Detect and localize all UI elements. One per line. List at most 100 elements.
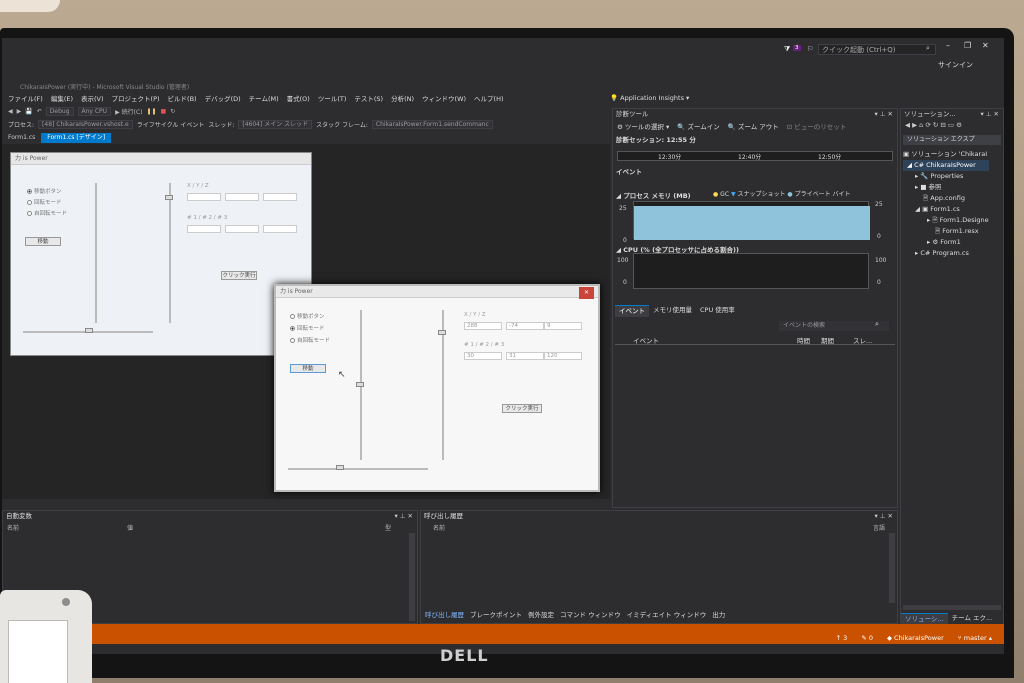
restore-button[interactable]: ❐ — [964, 41, 971, 50]
designer-n2-field[interactable] — [225, 225, 259, 233]
tool-select-button[interactable]: ⚙ ツールの選択 ▾ — [617, 121, 669, 131]
designer-move-button[interactable]: 移動 — [25, 237, 61, 246]
menu-analyze[interactable]: 分析(N) — [391, 93, 414, 103]
menu-debug[interactable]: デバッグ(D) — [205, 93, 241, 103]
memory-chart[interactable] — [633, 201, 870, 240]
timeline-ruler[interactable]: 12:30分 12:40分 12:50分 — [617, 151, 893, 161]
running-n3-field[interactable]: 120 — [544, 352, 582, 360]
feedback-icon[interactable]: ⚐ — [807, 45, 813, 53]
solution-explorer-toolbar[interactable]: ◀ ▶ ⌂ ⟳ ↻ ⊟ ▭ ⚙ — [901, 119, 1003, 131]
continue-button[interactable]: ▶ 続行(C) — [115, 107, 142, 116]
designer-click-button[interactable]: クリック実行 — [221, 271, 257, 280]
running-z-field[interactable]: 9 — [544, 322, 582, 330]
solution-hscroll[interactable] — [903, 605, 1001, 610]
menu-window[interactable]: ウィンドウ(W) — [422, 93, 466, 103]
tab-exception-settings[interactable]: 例外設定 — [528, 609, 554, 619]
tab-breakpoints[interactable]: ブレークポイント — [470, 609, 522, 619]
repo-indicator[interactable]: ◆ ChikaraIsPower — [887, 634, 944, 642]
menu-team[interactable]: チーム(M) — [249, 93, 279, 103]
solution-explorer-controls[interactable]: ▾ ⊥ ✕ — [980, 109, 999, 119]
solution-search[interactable]: ソリューション エクスプ — [903, 135, 1001, 145]
col-thread[interactable]: スレ... — [853, 335, 872, 345]
running-form-close[interactable]: ✕ — [578, 287, 594, 299]
designer-vslider-1[interactable] — [95, 183, 97, 323]
stack-dropdown[interactable]: ChikaraIsPower.Form1.sendCommanc — [371, 120, 493, 129]
locals-controls[interactable]: ▾ ⊥ ✕ — [394, 511, 413, 521]
running-form[interactable]: 力 is Power ✕ 移動ボタン 回転モード 自回転モード 移動 X / Y… — [274, 284, 600, 492]
event-search-icon[interactable]: ⌕ — [875, 320, 879, 329]
restart-icon[interactable]: ↻ — [170, 108, 175, 115]
menu-view[interactable]: 表示(V) — [81, 93, 104, 103]
reset-view-button[interactable]: ⊡ ビューのリセット — [787, 121, 847, 131]
tab-output[interactable]: 出力 — [712, 609, 725, 619]
designer-n3-field[interactable] — [263, 225, 297, 233]
locals-col-name[interactable]: 名前 — [7, 523, 19, 532]
diagnostics-panel-controls[interactable]: ▾ ⊥ ✕ — [874, 109, 893, 119]
designer-vslider-2[interactable] — [169, 183, 171, 323]
running-radio-rotate[interactable]: 回転モード — [290, 324, 325, 332]
platform-dropdown[interactable]: Any CPU — [77, 106, 112, 116]
tree-form1[interactable]: ◢ ▣ Form1.cs — [903, 204, 989, 215]
locals-col-value[interactable]: 値 — [127, 523, 133, 532]
running-x-field[interactable]: 288 — [464, 322, 502, 330]
tree-form1-resx[interactable]: 🗎 Form1.resx — [903, 226, 989, 237]
menu-project[interactable]: プロジェクト(P) — [112, 93, 160, 103]
menu-help[interactable]: ヘルプ(H) — [474, 93, 503, 103]
running-hslider-thumb[interactable] — [336, 465, 344, 470]
undo-icon[interactable]: ↶ — [37, 108, 42, 115]
radio-move[interactable]: 移動ボタン — [27, 187, 62, 195]
tree-form1-class[interactable]: ▸ ⚙ Form1 — [903, 237, 989, 248]
menu-test[interactable]: テスト(S) — [354, 93, 383, 103]
tree-properties[interactable]: ▸ 🔧 Properties — [903, 171, 989, 182]
signin-link[interactable]: サインイン — [938, 60, 973, 70]
close-button[interactable]: ✕ — [982, 41, 989, 50]
minimize-button[interactable]: – — [946, 41, 950, 50]
tree-form1-designer[interactable]: ▸ 🗎 Form1.Designe — [903, 215, 989, 226]
changes-indicator[interactable]: ✎ 0 — [861, 634, 873, 642]
locals-col-type[interactable]: 型 — [385, 523, 391, 532]
push-indicator[interactable]: ↑ 3 — [836, 634, 848, 642]
callstack-col-language[interactable]: 言語 — [873, 523, 885, 532]
designer-form[interactable]: 力 is Power 移動ボタン 回転モード 自回転モード 移動 X / Y /… — [10, 152, 312, 356]
running-radio-self-rotate[interactable]: 自回転モード — [290, 336, 330, 344]
subtab-memory[interactable]: メモリ使用量 — [649, 305, 696, 317]
tab-form1-cs[interactable]: Form1.cs — [2, 133, 41, 143]
col-event[interactable]: イベント — [633, 335, 659, 345]
tree-solution[interactable]: ▣ ソリューション 'ChikaraI — [903, 149, 989, 160]
subtab-events[interactable]: イベント — [615, 305, 649, 317]
back-icon[interactable]: ◀ — [8, 108, 13, 115]
pause-icon[interactable]: ❚❚ — [146, 108, 156, 115]
running-move-button[interactable]: 移動 — [290, 364, 326, 373]
zoom-in-button[interactable]: 🔍 ズームイン — [677, 121, 719, 131]
event-search-input[interactable]: イベントの検索 — [779, 321, 889, 331]
running-radio-move[interactable]: 移動ボタン — [290, 312, 325, 320]
menu-build[interactable]: ビルド(B) — [168, 93, 197, 103]
tab-callstack[interactable]: 呼び出し履歴 — [425, 609, 464, 619]
running-n1-field[interactable]: 30 — [464, 352, 502, 360]
menu-tools[interactable]: ツール(T) — [318, 93, 347, 103]
forward-icon[interactable]: ▶ — [17, 108, 22, 115]
running-click-button[interactable]: クリック実行 — [502, 404, 542, 413]
running-n2-field[interactable]: 31 — [506, 352, 544, 360]
col-time[interactable]: 時間 — [797, 335, 810, 345]
tree-project[interactable]: ◢ C# ChikaraIsPower — [903, 160, 989, 171]
designer-y-field[interactable] — [225, 193, 259, 201]
cpu-chart[interactable] — [633, 253, 869, 289]
menu-file[interactable]: ファイル(F) — [8, 93, 43, 103]
branch-indicator[interactable]: ⑂ master ▴ — [958, 634, 992, 642]
process-dropdown[interactable]: [48] ChikaraIsPower.vshost.e — [38, 120, 133, 129]
radio-rotate[interactable]: 回転モード — [27, 198, 62, 206]
zoom-out-button[interactable]: 🔍 ズーム アウト — [728, 121, 779, 131]
running-hslider[interactable] — [288, 468, 428, 470]
save-icon[interactable]: 💾 — [25, 108, 32, 115]
callstack-col-name[interactable]: 名前 — [433, 523, 445, 532]
running-vslider-2-thumb[interactable] — [438, 330, 446, 335]
quick-launch-input[interactable]: クイック起動 (Ctrl+Q) — [818, 44, 936, 55]
menu-edit[interactable]: 編集(E) — [51, 93, 73, 103]
filter-icon[interactable]: ⧩ — [784, 45, 790, 54]
thread-dropdown[interactable]: [4604] メイン スレッド — [238, 120, 313, 129]
config-dropdown[interactable]: Debug — [45, 106, 74, 116]
running-vslider-1-thumb[interactable] — [356, 382, 364, 387]
col-duration[interactable]: 期間 — [821, 335, 834, 345]
search-icon[interactable]: ⌕ — [926, 44, 930, 53]
